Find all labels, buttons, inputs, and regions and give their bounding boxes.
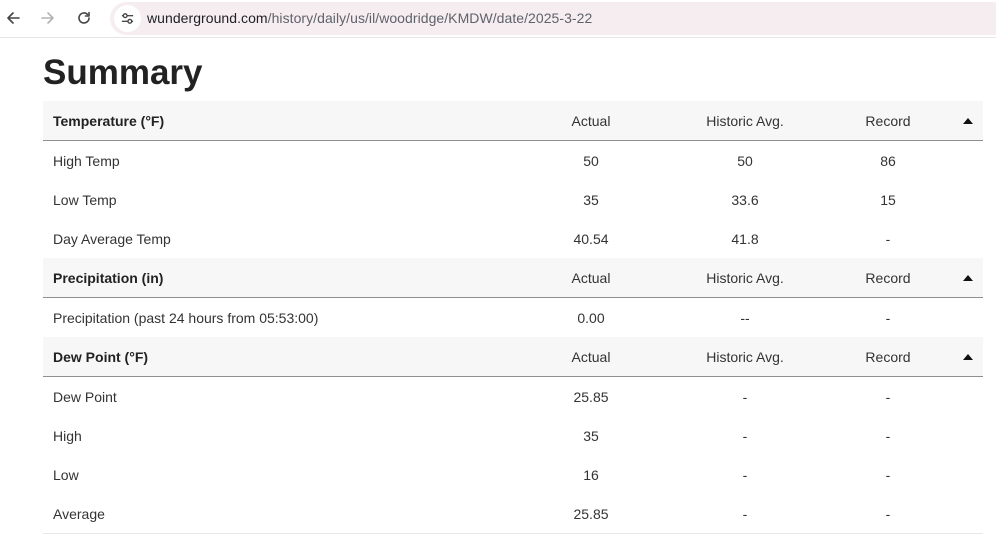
- table-row: Average 25.85 - -: [43, 494, 983, 533]
- actual-value: 40.54: [573, 230, 609, 247]
- caret-up-icon: [963, 118, 973, 124]
- browser-toolbar: wunderground.com/history/daily/us/il/woo…: [0, 0, 996, 38]
- column-header-record: Record: [865, 269, 911, 286]
- historic-avg-value: --: [740, 309, 750, 326]
- reload-button[interactable]: [71, 5, 97, 31]
- historic-avg-value: -: [742, 427, 748, 444]
- actual-value: 0.00: [577, 309, 605, 326]
- historic-avg-value: 33.6: [731, 191, 759, 208]
- section-title: Dew Point (°F): [53, 348, 149, 365]
- record-value: 86: [880, 152, 896, 169]
- back-button[interactable]: [0, 5, 26, 31]
- record-value: 15: [880, 191, 896, 208]
- url-text[interactable]: wunderground.com/history/daily/us/il/woo…: [147, 10, 592, 27]
- collapse-toggle-button[interactable]: [957, 111, 979, 131]
- column-header-historic-avg: Historic Avg.: [706, 112, 784, 129]
- row-label: High: [53, 427, 82, 444]
- url-domain: wunderground.com: [147, 10, 268, 26]
- historic-avg-value: 41.8: [731, 230, 759, 247]
- collapse-toggle-button[interactable]: [957, 347, 979, 367]
- summary-table: Temperature (°F) Actual Historic Avg. Recor…: [43, 101, 983, 534]
- actual-value: 35: [583, 191, 599, 208]
- historic-avg-value: -: [742, 505, 748, 522]
- column-header-record: Record: [865, 112, 911, 129]
- row-label: Low Temp: [53, 191, 117, 208]
- table-row: High Temp 50 50 86: [43, 141, 983, 180]
- table-row: Dew Point 25.85 - -: [43, 377, 983, 416]
- column-header-actual: Actual: [571, 348, 611, 365]
- section-header-temperature-f[interactable]: Temperature (°F) Actual Historic Avg. Recor…: [43, 101, 983, 141]
- tune-icon: [121, 13, 134, 24]
- arrow-left-icon: [7, 12, 20, 24]
- collapse-toggle-button[interactable]: [957, 268, 979, 288]
- row-label: Precipitation (past 24 hours from 05:53:…: [53, 309, 319, 326]
- table-row: Low 16 - -: [43, 455, 983, 494]
- site-info-button[interactable]: [114, 5, 141, 32]
- row-label: Day Average Temp: [53, 230, 171, 247]
- record-value: -: [885, 466, 891, 483]
- record-value: -: [885, 388, 891, 405]
- actual-value: 16: [583, 466, 599, 483]
- address-bar[interactable]: wunderground.com/history/daily/us/il/woo…: [110, 2, 996, 35]
- column-header-record: Record: [865, 348, 911, 365]
- table-row: Day Average Temp 40.54 41.8 -: [43, 219, 983, 258]
- arrow-right-icon: [41, 12, 54, 24]
- url-path: /history/daily/us/il/woodridge/KMDW/date…: [267, 10, 593, 26]
- section-title: Precipitation (in): [53, 269, 164, 286]
- record-value: -: [885, 230, 891, 247]
- record-value: -: [885, 309, 891, 326]
- column-header-actual: Actual: [571, 269, 611, 286]
- record-value: -: [885, 505, 891, 522]
- row-label: Dew Point: [53, 388, 117, 405]
- historic-avg-value: 50: [737, 152, 753, 169]
- section-header-precipitation-in[interactable]: Precipitation (in) Actual Historic Avg. Rec…: [43, 258, 983, 298]
- table-bottom-divider: [43, 533, 983, 534]
- reload-icon: [78, 11, 90, 24]
- actual-value: 25.85: [573, 505, 609, 522]
- actual-value: 25.85: [573, 388, 609, 405]
- section-header-dew-point-f[interactable]: Dew Point (°F) Actual Historic Avg. Record: [43, 337, 983, 377]
- table-row: Low Temp 35 33.6 15: [43, 180, 983, 219]
- table-row: High 35 - -: [43, 416, 983, 455]
- actual-value: 35: [583, 427, 599, 444]
- column-header-historic-avg: Historic Avg.: [706, 348, 784, 365]
- row-label: Low: [53, 466, 79, 483]
- forward-button[interactable]: [35, 5, 61, 31]
- caret-up-icon: [963, 354, 973, 360]
- column-header-historic-avg: Historic Avg.: [706, 269, 784, 286]
- record-value: -: [885, 427, 891, 444]
- caret-up-icon: [963, 275, 973, 281]
- row-label: Average: [53, 505, 105, 522]
- column-header-actual: Actual: [571, 112, 611, 129]
- historic-avg-value: -: [742, 388, 748, 405]
- section-title: Temperature (°F): [53, 112, 165, 129]
- table-row: Precipitation (past 24 hours from 05:53:…: [43, 298, 983, 337]
- historic-avg-value: -: [742, 466, 748, 483]
- actual-value: 50: [583, 152, 599, 169]
- row-label: High Temp: [53, 152, 120, 169]
- page-title: Summary: [43, 53, 203, 92]
